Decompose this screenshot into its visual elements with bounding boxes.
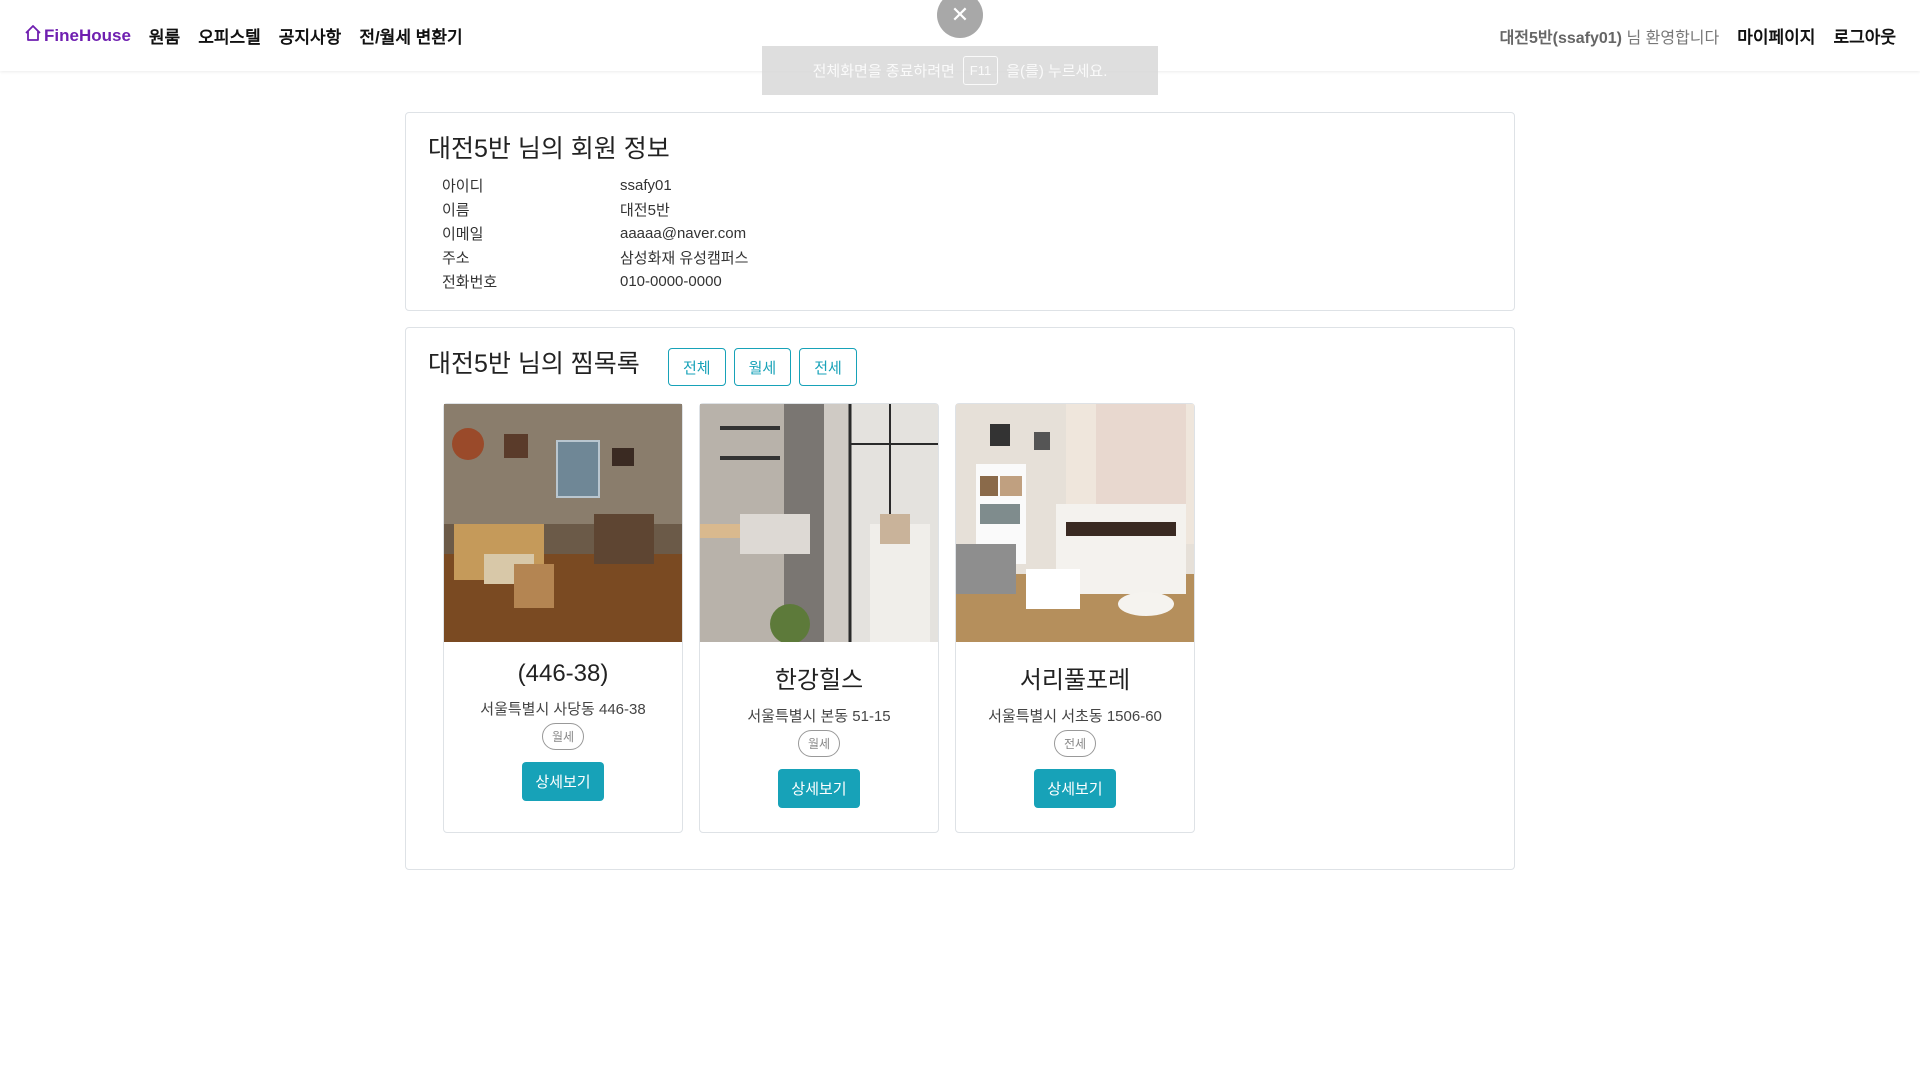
nav-notice[interactable]: 공지사항	[279, 23, 342, 48]
nav-links: 원룸 오피스텔 공지사항 전/월세 변환기	[149, 23, 463, 48]
fullscreen-toast: 전체화면을 종료하려면 F11 을(를) 누르세요.	[762, 46, 1158, 95]
member-info-rows: 아이디 ssafy01 이름 대전5반 이메일 aaaaa@naver.com …	[442, 173, 748, 293]
house-name: 한강힐스	[774, 667, 864, 694]
detail-button[interactable]: 상세보기	[1034, 769, 1116, 808]
welcome-message: 대전5반(ssafy01) 님 환영합니다	[1500, 24, 1720, 48]
house-card: (446-38) 서울특별시 사당동 446-38 월세 상세보기	[443, 403, 683, 833]
house-address: 서울특별시 본동 51-15	[747, 708, 891, 725]
house-icon	[24, 24, 44, 47]
welcome-suffix: 님 환영합니다	[1622, 29, 1720, 47]
info-value: 대전5반	[620, 201, 670, 219]
info-label: 이메일	[442, 225, 484, 243]
room-photo-living	[444, 404, 682, 642]
info-value: 010-0000-0000	[620, 272, 722, 290]
nav-officetel[interactable]: 오피스텔	[198, 23, 261, 48]
brand-name: FineHouse	[44, 25, 131, 45]
room-photo-bedroom	[956, 404, 1194, 642]
logout-link[interactable]: 로그아웃	[1833, 23, 1896, 48]
info-label: 아이디	[442, 177, 484, 195]
fullscreen-msg-after: 을(를) 누르세요.	[1006, 63, 1108, 80]
info-row-id: 아이디 ssafy01	[442, 173, 748, 197]
filter-all-button[interactable]: 전체	[668, 348, 726, 386]
house-card: 한강힐스 서울특별시 본동 51-15 월세 상세보기	[699, 403, 939, 833]
nav-rent-converter[interactable]: 전/월세 변환기	[359, 23, 462, 48]
info-value: ssafy01	[620, 176, 672, 194]
house-name: 서리풀포레	[1019, 667, 1131, 694]
wishlist-filters: 전체 월세 전세	[668, 348, 857, 386]
f11-key: F11	[962, 56, 999, 85]
info-row-email: 이메일 aaaaa@naver.com	[442, 221, 748, 245]
deal-type-badge: 월세	[541, 723, 585, 750]
info-label: 이름	[442, 201, 470, 219]
info-row-phone: 전화번호 010-0000-0000	[442, 269, 748, 293]
nav-oneroom[interactable]: 원룸	[149, 23, 180, 48]
deal-type-badge: 월세	[797, 730, 841, 757]
house-name: (446-38)	[517, 660, 609, 687]
house-address: 서울특별시 서초동 1506-60	[988, 708, 1162, 725]
room-photo-kitchen	[700, 404, 938, 642]
wishlist-title: 대전5반 님의 찜목록	[428, 350, 640, 378]
info-label: 주소	[442, 249, 470, 267]
info-value: 삼성화재 유성캠퍼스	[620, 249, 749, 267]
filter-jeonse-button[interactable]: 전세	[799, 348, 857, 386]
member-info-panel: 대전5반 님의 회원 정보 아이디 ssafy01 이름 대전5반 이메일 aa…	[405, 112, 1515, 311]
nav-right: 대전5반(ssafy01) 님 환영합니다 마이페이지 로그아웃	[1500, 23, 1896, 48]
fullscreen-msg-before: 전체화면을 종료하려면	[812, 63, 955, 80]
detail-button[interactable]: 상세보기	[522, 762, 604, 801]
deal-type-badge: 전세	[1053, 730, 1097, 757]
brand-link[interactable]: FineHouse	[24, 24, 131, 47]
info-row-address: 주소 삼성화재 유성캠퍼스	[442, 245, 748, 269]
info-label: 전화번호	[442, 273, 498, 291]
mypage-link[interactable]: 마이페이지	[1737, 23, 1815, 48]
member-info-title: 대전5반 님의 회원 정보	[428, 135, 670, 163]
house-card: 서리풀포레 서울특별시 서초동 1506-60 전세 상세보기	[955, 403, 1195, 833]
info-value: aaaaa@naver.com	[620, 224, 747, 242]
info-row-name: 이름 대전5반	[442, 197, 748, 221]
wishlist-panel: 대전5반 님의 찜목록 전체 월세 전세 (446-38) 서울특별시 사당동 …	[405, 327, 1515, 870]
wishlist-cards: (446-38) 서울특별시 사당동 446-38 월세 상세보기 한강힐스 서…	[443, 403, 1195, 833]
house-address: 서울특별시 사당동 446-38	[480, 701, 646, 718]
detail-button[interactable]: 상세보기	[778, 769, 860, 808]
filter-monthly-button[interactable]: 월세	[733, 348, 792, 386]
welcome-user: 대전5반(ssafy01)	[1499, 29, 1623, 47]
